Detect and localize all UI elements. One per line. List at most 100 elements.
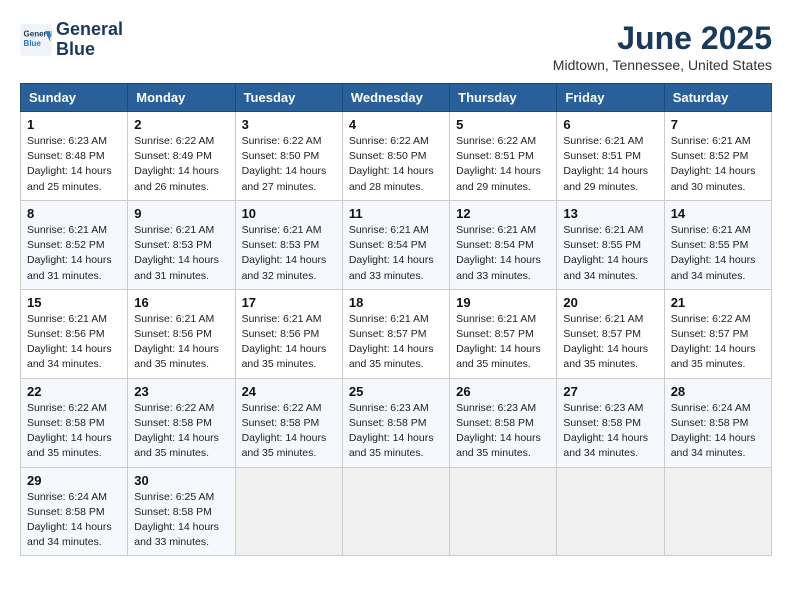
day-number: 13 <box>563 206 657 221</box>
day-number: 12 <box>456 206 550 221</box>
day-number: 23 <box>134 384 228 399</box>
day-number: 21 <box>671 295 765 310</box>
calendar-cell: 9 Sunrise: 6:21 AMSunset: 8:53 PMDaylight… <box>128 200 235 289</box>
calendar-cell: 8 Sunrise: 6:21 AMSunset: 8:52 PMDaylight… <box>21 200 128 289</box>
day-info: Sunrise: 6:21 AMSunset: 8:53 PMDaylight:… <box>134 223 228 284</box>
day-number: 24 <box>242 384 336 399</box>
day-number: 15 <box>27 295 121 310</box>
day-info: Sunrise: 6:22 AMSunset: 8:57 PMDaylight:… <box>671 312 765 373</box>
day-number: 2 <box>134 117 228 132</box>
day-info: Sunrise: 6:22 AMSunset: 8:58 PMDaylight:… <box>242 401 336 462</box>
day-info: Sunrise: 6:22 AMSunset: 8:50 PMDaylight:… <box>349 134 443 195</box>
day-number: 1 <box>27 117 121 132</box>
day-info: Sunrise: 6:21 AMSunset: 8:56 PMDaylight:… <box>134 312 228 373</box>
day-number: 18 <box>349 295 443 310</box>
logo-name: GeneralBlue <box>56 20 123 60</box>
weekday-header: Wednesday <box>342 84 449 112</box>
day-number: 27 <box>563 384 657 399</box>
day-number: 16 <box>134 295 228 310</box>
day-number: 30 <box>134 473 228 488</box>
calendar-cell: 25 Sunrise: 6:23 AMSunset: 8:58 PMDayligh… <box>342 378 449 467</box>
calendar-cell: 16 Sunrise: 6:21 AMSunset: 8:56 PMDayligh… <box>128 289 235 378</box>
day-number: 9 <box>134 206 228 221</box>
day-number: 28 <box>671 384 765 399</box>
day-number: 8 <box>27 206 121 221</box>
calendar-cell <box>664 467 771 556</box>
day-number: 5 <box>456 117 550 132</box>
day-number: 26 <box>456 384 550 399</box>
month-title: June 2025 <box>553 20 772 57</box>
day-info: Sunrise: 6:21 AMSunset: 8:56 PMDaylight:… <box>242 312 336 373</box>
day-info: Sunrise: 6:24 AMSunset: 8:58 PMDaylight:… <box>27 490 121 551</box>
calendar-cell: 29 Sunrise: 6:24 AMSunset: 8:58 PMDayligh… <box>21 467 128 556</box>
day-info: Sunrise: 6:25 AMSunset: 8:58 PMDaylight:… <box>134 490 228 551</box>
calendar-cell: 21 Sunrise: 6:22 AMSunset: 8:57 PMDayligh… <box>664 289 771 378</box>
day-info: Sunrise: 6:21 AMSunset: 8:56 PMDaylight:… <box>27 312 121 373</box>
day-info: Sunrise: 6:22 AMSunset: 8:58 PMDaylight:… <box>27 401 121 462</box>
calendar-cell: 14 Sunrise: 6:21 AMSunset: 8:55 PMDayligh… <box>664 200 771 289</box>
calendar-cell: 27 Sunrise: 6:23 AMSunset: 8:58 PMDayligh… <box>557 378 664 467</box>
calendar-cell <box>235 467 342 556</box>
day-info: Sunrise: 6:21 AMSunset: 8:57 PMDaylight:… <box>349 312 443 373</box>
location-text: Midtown, Tennessee, United States <box>553 57 772 73</box>
weekday-header: Monday <box>128 84 235 112</box>
calendar-cell: 13 Sunrise: 6:21 AMSunset: 8:55 PMDayligh… <box>557 200 664 289</box>
calendar-cell: 19Sunrise: 6:21 AMSunset: 8:57 PMDayligh… <box>450 289 557 378</box>
calendar-cell: 7Sunrise: 6:21 AMSunset: 8:52 PMDaylight… <box>664 112 771 201</box>
calendar-cell <box>342 467 449 556</box>
day-info: Sunrise: 6:23 AMSunset: 8:58 PMDaylight:… <box>349 401 443 462</box>
day-number: 6 <box>563 117 657 132</box>
calendar-cell: 10 Sunrise: 6:21 AMSunset: 8:53 PMDayligh… <box>235 200 342 289</box>
calendar-cell: 22Sunrise: 6:22 AMSunset: 8:58 PMDayligh… <box>21 378 128 467</box>
calendar-cell: 23 Sunrise: 6:22 AMSunset: 8:58 PMDayligh… <box>128 378 235 467</box>
calendar-cell <box>557 467 664 556</box>
day-info: Sunrise: 6:21 AMSunset: 8:51 PMDaylight:… <box>563 134 657 195</box>
day-number: 25 <box>349 384 443 399</box>
weekday-header: Thursday <box>450 84 557 112</box>
day-info: Sunrise: 6:22 AMSunset: 8:49 PMDaylight:… <box>134 134 228 195</box>
logo: General Blue GeneralBlue <box>20 20 123 60</box>
calendar-cell <box>450 467 557 556</box>
calendar-cell: 6 Sunrise: 6:21 AMSunset: 8:51 PMDaylight… <box>557 112 664 201</box>
day-info: Sunrise: 6:21 AMSunset: 8:52 PMDaylight:… <box>671 134 765 195</box>
day-number: 29 <box>27 473 121 488</box>
day-info: Sunrise: 6:21 AMSunset: 8:55 PMDaylight:… <box>563 223 657 284</box>
calendar-cell: 28Sunrise: 6:24 AMSunset: 8:58 PMDayligh… <box>664 378 771 467</box>
calendar-cell: 24 Sunrise: 6:22 AMSunset: 8:58 PMDayligh… <box>235 378 342 467</box>
day-number: 17 <box>242 295 336 310</box>
title-block: June 2025 Midtown, Tennessee, United Sta… <box>553 20 772 73</box>
calendar-cell: 15 Sunrise: 6:21 AMSunset: 8:56 PMDayligh… <box>21 289 128 378</box>
calendar-cell: 18 Sunrise: 6:21 AMSunset: 8:57 PMDayligh… <box>342 289 449 378</box>
day-number: 11 <box>349 206 443 221</box>
day-info: Sunrise: 6:21 AMSunset: 8:53 PMDaylight:… <box>242 223 336 284</box>
day-info: Sunrise: 6:23 AMSunset: 8:58 PMDaylight:… <box>563 401 657 462</box>
day-info: Sunrise: 6:21 AMSunset: 8:54 PMDaylight:… <box>456 223 550 284</box>
calendar-cell: 1Sunrise: 6:23 AMSunset: 8:48 PMDaylight… <box>21 112 128 201</box>
calendar-header-row: SundayMondayTuesdayWednesdayThursdayFrid… <box>21 84 772 112</box>
calendar-cell: 17 Sunrise: 6:21 AMSunset: 8:56 PMDayligh… <box>235 289 342 378</box>
day-info: Sunrise: 6:21 AMSunset: 8:55 PMDaylight:… <box>671 223 765 284</box>
logo-icon: General Blue <box>20 24 52 56</box>
day-number: 10 <box>242 206 336 221</box>
calendar-cell: 5 Sunrise: 6:22 AMSunset: 8:51 PMDaylight… <box>450 112 557 201</box>
day-info: Sunrise: 6:21 AMSunset: 8:54 PMDaylight:… <box>349 223 443 284</box>
day-info: Sunrise: 6:21 AMSunset: 8:57 PMDaylight:… <box>563 312 657 373</box>
day-number: 4 <box>349 117 443 132</box>
calendar-cell: 3Sunrise: 6:22 AMSunset: 8:50 PMDaylight… <box>235 112 342 201</box>
day-number: 20 <box>563 295 657 310</box>
day-info: Sunrise: 6:21 AMSunset: 8:52 PMDaylight:… <box>27 223 121 284</box>
day-info: Sunrise: 6:23 AMSunset: 8:58 PMDaylight:… <box>456 401 550 462</box>
weekday-header: Sunday <box>21 84 128 112</box>
day-info: Sunrise: 6:22 AMSunset: 8:58 PMDaylight:… <box>134 401 228 462</box>
calendar-cell: 2 Sunrise: 6:22 AMSunset: 8:49 PMDaylight… <box>128 112 235 201</box>
day-info: Sunrise: 6:22 AMSunset: 8:51 PMDaylight:… <box>456 134 550 195</box>
calendar-table: SundayMondayTuesdayWednesdayThursdayFrid… <box>20 83 772 556</box>
calendar-cell: 12 Sunrise: 6:21 AMSunset: 8:54 PMDayligh… <box>450 200 557 289</box>
day-number: 19 <box>456 295 550 310</box>
day-number: 14 <box>671 206 765 221</box>
weekday-header: Tuesday <box>235 84 342 112</box>
calendar-cell: 30 Sunrise: 6:25 AMSunset: 8:58 PMDayligh… <box>128 467 235 556</box>
day-number: 3 <box>242 117 336 132</box>
calendar-cell: 20 Sunrise: 6:21 AMSunset: 8:57 PMDayligh… <box>557 289 664 378</box>
calendar-cell: 4 Sunrise: 6:22 AMSunset: 8:50 PMDaylight… <box>342 112 449 201</box>
